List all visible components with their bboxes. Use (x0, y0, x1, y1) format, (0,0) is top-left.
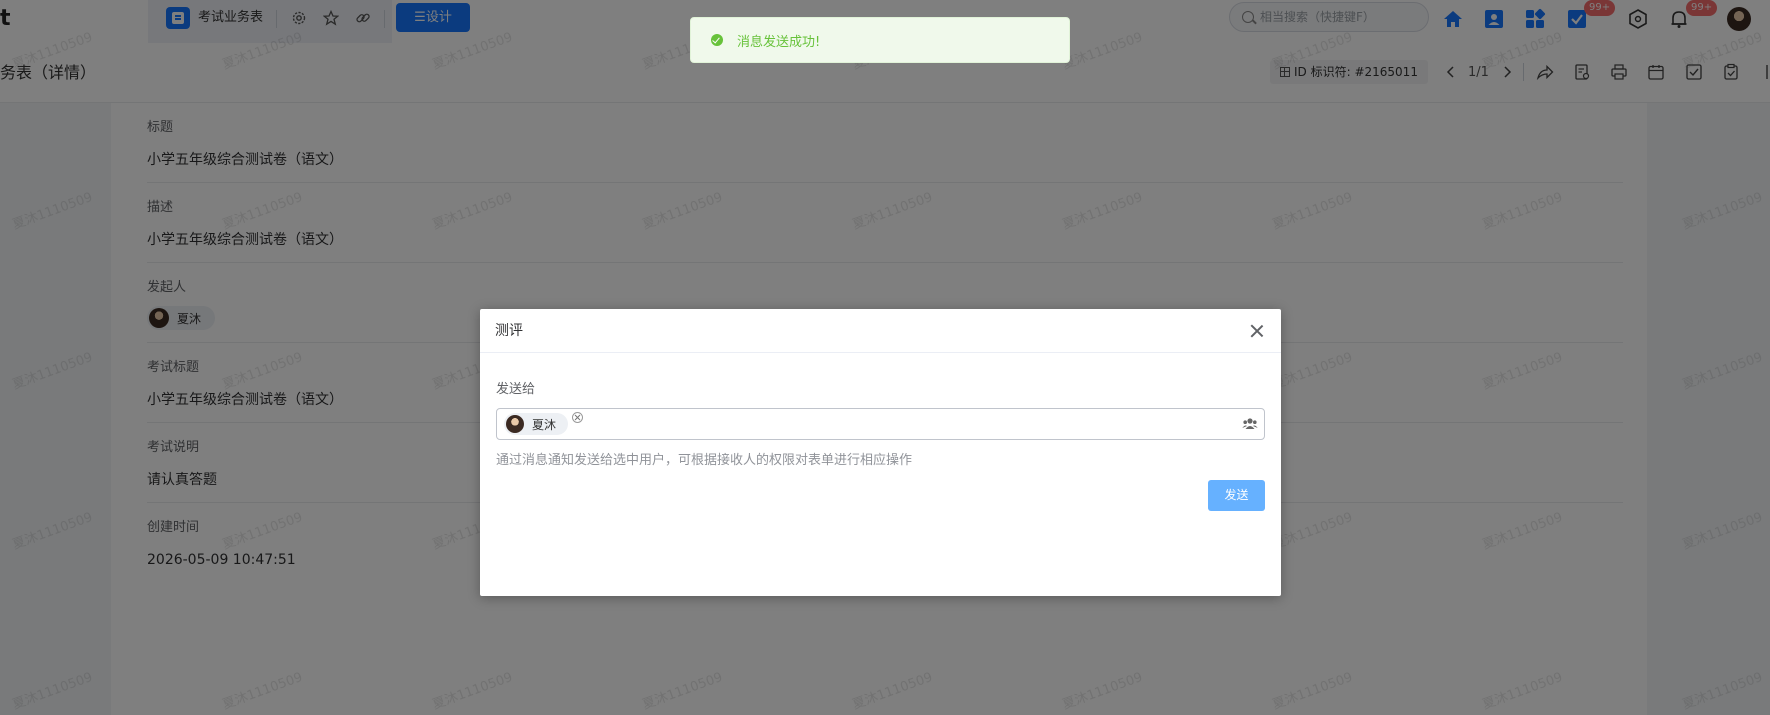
recipient-name: 夏沐 (532, 417, 557, 432)
select-users-icon[interactable] (1242, 416, 1258, 432)
success-toast: 消息发送成功! (690, 17, 1070, 63)
send-to-label: 发送给 (496, 382, 536, 397)
app-root: t 考试业务表 ☰设计 (0, 0, 1770, 715)
evaluation-dialog: 测评 发送给 夏沐 通过消息通知发送给选中用户，可根据接收人的权限对表单进行相应… (480, 309, 1281, 596)
avatar (506, 415, 524, 433)
dialog-header: 测评 (480, 309, 1281, 353)
recipient-chip[interactable]: 夏沐 (504, 413, 569, 435)
toast-message: 消息发送成功! (737, 34, 821, 50)
send-hint: 通过消息通知发送给选中用户，可根据接收人的权限对表单进行相应操作 (496, 453, 913, 468)
send-button[interactable]: 发送 (1208, 480, 1265, 511)
recipient-selector[interactable]: 夏沐 (496, 408, 1265, 440)
success-check-icon (711, 34, 723, 46)
close-icon[interactable] (1248, 322, 1266, 340)
remove-recipient-icon[interactable] (572, 412, 583, 423)
dialog-title: 测评 (495, 323, 523, 339)
